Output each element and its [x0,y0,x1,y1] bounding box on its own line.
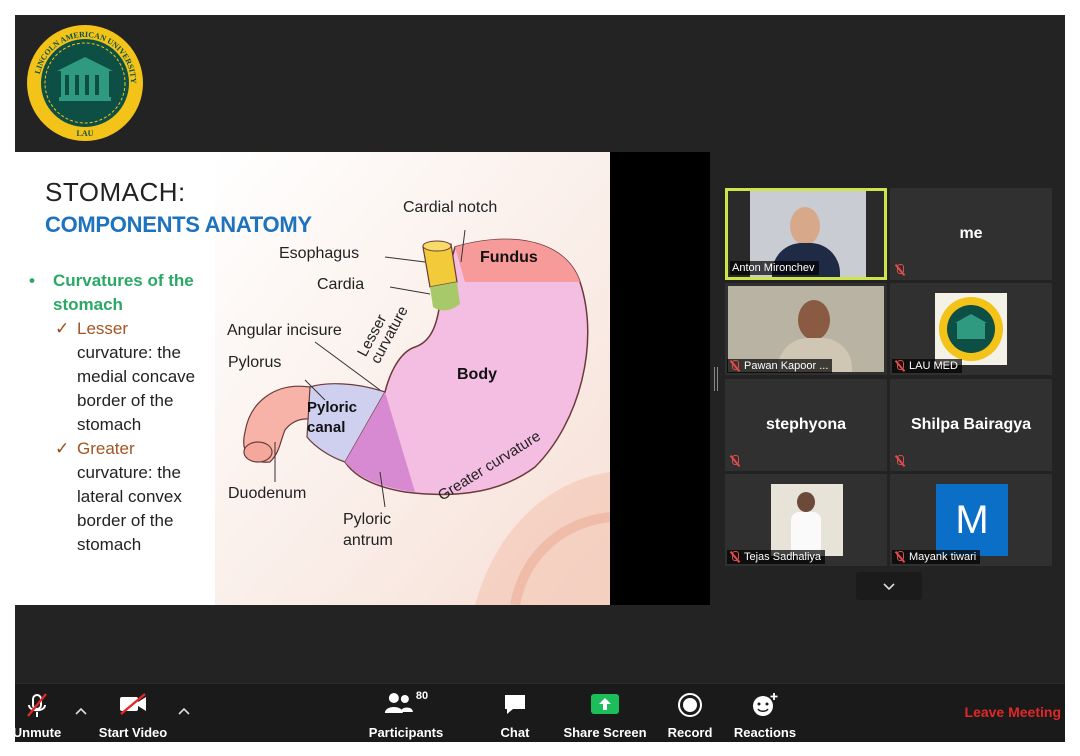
slide-subtitle: COMPONENTS ANATOMY [45,212,312,237]
participant-tile-stephyona[interactable]: stephyona [725,379,887,471]
resize-handle[interactable] [714,367,718,391]
chat-label: Chat [500,725,530,740]
start-video-button[interactable]: Start Video [97,684,169,743]
slide-letterbox [610,152,710,605]
share-screen-icon [591,694,619,714]
sub-bullet-body: curvature: the medial concave border of … [77,343,196,434]
mic-muted-icon [894,551,906,563]
label-duodenum: Duodenum [228,485,307,502]
start-video-label: Start Video [98,725,168,740]
participant-name: me [959,225,983,242]
label-cardial-notch: Cardial notch [403,199,498,216]
mic-muted-icon [894,360,906,372]
mic-muted-icon [729,551,741,563]
participant-label: Pawan Kapoor ... [727,359,833,373]
label-esophagus: Esophagus [279,245,360,262]
chevron-down-icon [883,583,895,591]
participant-name: LAU MED [909,360,958,372]
participant-label: Tejas Sadhaliya [727,550,826,564]
meeting-toolbar: Unmute Start Video 80 Participants Chat … [13,683,1065,743]
gallery-next-button[interactable] [856,572,922,600]
participants-button[interactable]: 80 Participants [366,684,446,743]
record-label: Record [667,725,713,740]
check-icon: ✓ [55,319,70,338]
slide-title: STOMACH: [45,177,186,207]
video-options-caret[interactable] [178,702,190,718]
participant-tile-anton[interactable]: Anton Mironchev [725,188,887,280]
video-off-icon [120,693,146,715]
mic-muted-icon [894,455,906,467]
participant-name: Tejas Sadhaliya [744,551,822,563]
participants-icon-group: 80 [384,690,429,714]
participant-name: Anton Mironchev [732,262,815,274]
label-angular-incisure: Angular incisure [227,322,342,339]
participant-tile-tejas[interactable]: Tejas Sadhaliya [725,474,887,566]
participant-label: LAU MED [892,359,962,373]
avatar: M [936,484,1008,556]
mic-muted-icon [729,455,741,467]
label-pyloric-antrum: Pyloric antrum [343,511,393,549]
chevron-up-icon [178,707,190,715]
reactions-button[interactable]: Reactions [733,684,797,743]
check-icon: ✓ [55,439,70,458]
sub-bullet-body: curvature: the lateral convex border of … [77,463,182,554]
label-cardia: Cardia [317,276,365,293]
shared-slide: STOMACH: COMPONENTS ANATOMY • Curvatures… [15,152,610,605]
participant-tile-pawan[interactable]: Pawan Kapoor ... [725,283,887,375]
logo-short: LAU [77,129,94,138]
share-screen-button[interactable]: Share Screen [563,684,647,743]
unmute-button[interactable]: Unmute [11,684,63,743]
participants-count: 80 [415,690,429,702]
participant-tile-shilpa[interactable]: Shilpa Bairagya [890,379,1052,471]
mic-muted-icon [894,264,906,276]
person-head [790,207,820,245]
record-icon [678,693,702,717]
sub-bullet-head: Greater [77,439,135,458]
lau-logo-avatar [935,293,1007,365]
microphone-muted-icon [27,693,47,717]
participant-name: Pawan Kapoor ... [744,360,829,372]
reactions-label: Reactions [733,725,797,740]
participant-name: Shilpa Bairagya [910,416,1032,433]
chat-button[interactable]: Chat [491,684,539,743]
share-screen-label: Share Screen [563,725,647,740]
participants-label: Participants [368,725,444,740]
participant-tile-me[interactable]: me [890,188,1052,280]
participant-label: Anton Mironchev [730,261,819,275]
label-body: Body [457,366,497,383]
bullet-text: Curvatures of the stomach [53,271,194,314]
chevron-up-icon [75,707,87,715]
label-pyloric-canal: Pyloric canal [307,399,358,436]
mic-muted-icon [729,360,741,372]
person-head [798,300,830,340]
participant-tile-mayank[interactable]: M Mayank tiwari [890,474,1052,566]
label-fundus: Fundus [480,249,538,266]
sub-bullet-head: Lesser [77,319,129,338]
audio-options-caret[interactable] [75,702,87,718]
label-pylorus: Pylorus [228,354,282,371]
zoom-window: LINCOLN AMERICAN UNIVERSITY LAU STOMACH:… [13,15,1065,743]
person-head [797,492,815,512]
participants-icon [384,693,413,713]
participant-label: Mayank tiwari [892,550,981,564]
bullet-dot: • [29,271,35,290]
participant-name: stephyona [765,416,847,433]
leave-meeting-button[interactable]: Leave Meeting [965,704,1061,720]
university-logo: LINCOLN AMERICAN UNIVERSITY LAU [27,25,143,141]
profile-photo [771,484,843,556]
unmute-label: Unmute [12,725,62,740]
reactions-icon [753,693,778,716]
meeting-area: LINCOLN AMERICAN UNIVERSITY LAU STOMACH:… [15,15,1065,683]
record-button[interactable]: Record [665,684,715,743]
participant-name: Mayank tiwari [909,551,977,563]
chat-icon [505,695,525,714]
participant-tile-lau-med[interactable]: LAU MED [890,283,1052,375]
